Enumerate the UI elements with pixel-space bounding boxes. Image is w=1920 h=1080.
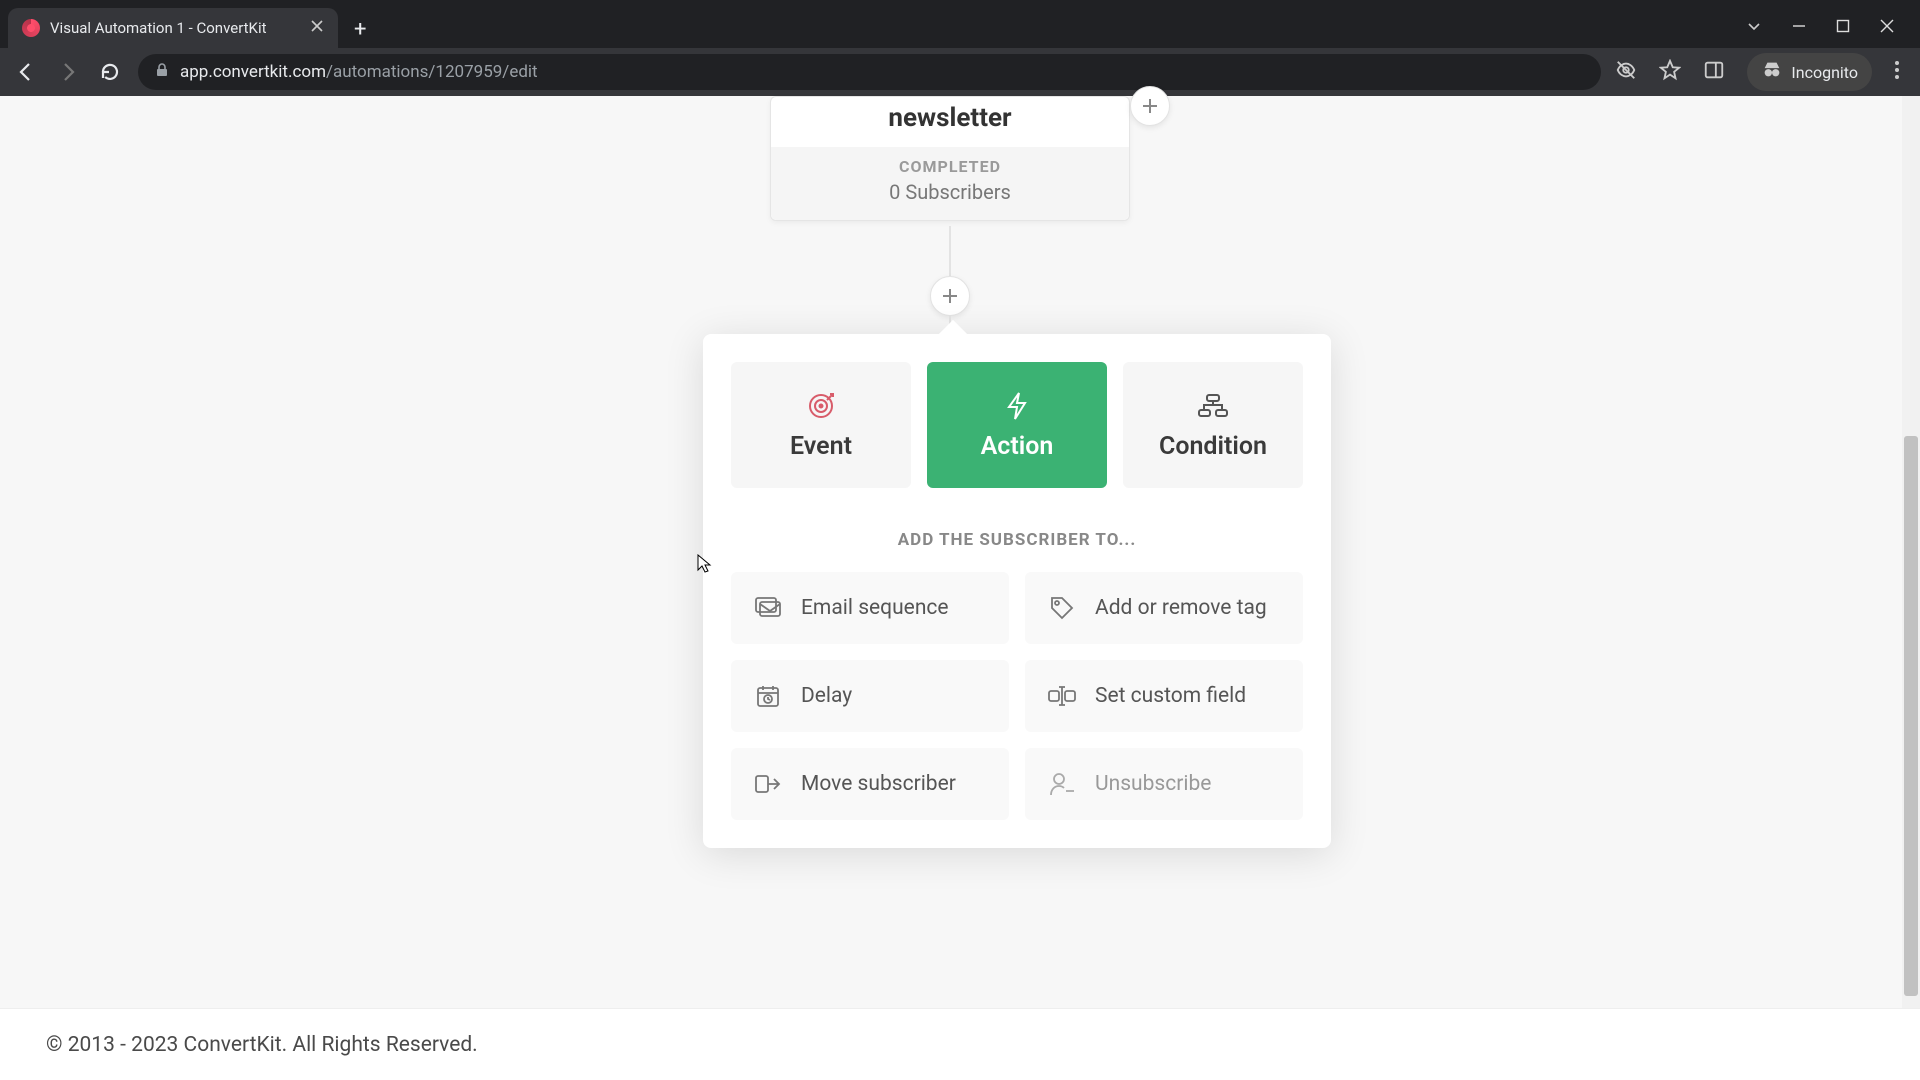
minimize-icon[interactable] [1792,18,1806,38]
browser-tab[interactable]: Visual Automation 1 - ConvertKit [8,8,338,48]
option-unsubscribe[interactable]: Unsubscribe [1025,748,1303,820]
favicon-icon [22,19,40,37]
scrollbar[interactable] [1902,96,1920,1080]
tab-label: Action [981,432,1054,461]
tag-icon [1047,593,1077,623]
window-controls [1720,18,1920,48]
eye-off-icon[interactable] [1615,59,1637,85]
incognito-badge[interactable]: Incognito [1747,53,1872,91]
tab-action[interactable]: Action [927,362,1107,488]
mail-sequence-icon [753,593,783,623]
lightning-icon [1001,390,1033,422]
lock-icon [154,62,170,83]
page-canvas[interactable]: newsletter COMPLETED 0 Subscribers Event [0,96,1920,1080]
chevron-down-icon[interactable] [1746,18,1762,38]
kebab-menu-icon[interactable] [1894,60,1900,84]
option-email-sequence[interactable]: Email sequence [731,572,1009,644]
option-label: Delay [801,684,852,708]
tab-condition[interactable]: Condition [1123,362,1303,488]
footer: © 2013 - 2023 ConvertKit. All Rights Res… [0,1008,1920,1080]
toolbar-right: Incognito [1615,53,1908,91]
back-button[interactable] [12,58,40,86]
connector-line [949,226,951,276]
option-label: Add or remove tag [1095,596,1267,620]
forward-button[interactable] [54,58,82,86]
reload-button[interactable] [96,58,124,86]
url-text: app.convertkit.com/automations/1207959/e… [180,62,538,82]
calendar-icon [753,681,783,711]
star-icon[interactable] [1659,59,1681,85]
tab-label: Condition [1159,432,1267,461]
option-label: Set custom field [1095,684,1246,708]
add-side-button[interactable] [1130,86,1170,126]
panel-icon[interactable] [1703,59,1725,85]
node-status: COMPLETED [771,157,1129,176]
scroll-thumb[interactable] [1904,436,1918,996]
close-window-icon[interactable] [1880,18,1894,38]
new-tab-button[interactable]: + [338,17,382,48]
option-label: Move subscriber [801,772,956,796]
option-label: Email sequence [801,596,949,620]
tab-event[interactable]: Event [731,362,911,488]
move-icon [753,769,783,799]
section-title: ADD THE SUBSCRIBER TO... [731,530,1303,550]
incognito-label: Incognito [1791,63,1858,82]
node-subscribers: 0 Subscribers [771,180,1129,204]
browser-toolbar: app.convertkit.com/automations/1207959/e… [0,48,1920,96]
option-set-custom-field[interactable]: Set custom field [1025,660,1303,732]
tab-title: Visual Automation 1 - ConvertKit [50,19,267,37]
maximize-icon[interactable] [1836,18,1850,38]
tab-label: Event [790,432,852,461]
unsubscribe-icon [1047,769,1077,799]
footer-text: © 2013 - 2023 ConvertKit. All Rights Res… [46,1033,478,1057]
close-tab-icon[interactable] [310,19,324,37]
option-label: Unsubscribe [1095,772,1211,796]
branch-icon [1197,390,1229,422]
node-title: newsletter [771,103,1129,133]
option-delay[interactable]: Delay [731,660,1009,732]
incognito-icon [1761,59,1783,85]
option-move-subscriber[interactable]: Move subscriber [731,748,1009,820]
browser-tab-strip: Visual Automation 1 - ConvertKit + [0,0,1920,48]
add-step-panel: Event Action Condition ADD THE SUBSCRIBE… [703,334,1331,848]
target-icon [805,390,837,422]
automation-node[interactable]: newsletter COMPLETED 0 Subscribers [770,96,1130,221]
address-bar[interactable]: app.convertkit.com/automations/1207959/e… [138,54,1601,90]
add-step-button[interactable] [930,276,970,316]
cursor-icon [697,554,713,578]
custom-field-icon [1047,681,1077,711]
option-add-remove-tag[interactable]: Add or remove tag [1025,572,1303,644]
